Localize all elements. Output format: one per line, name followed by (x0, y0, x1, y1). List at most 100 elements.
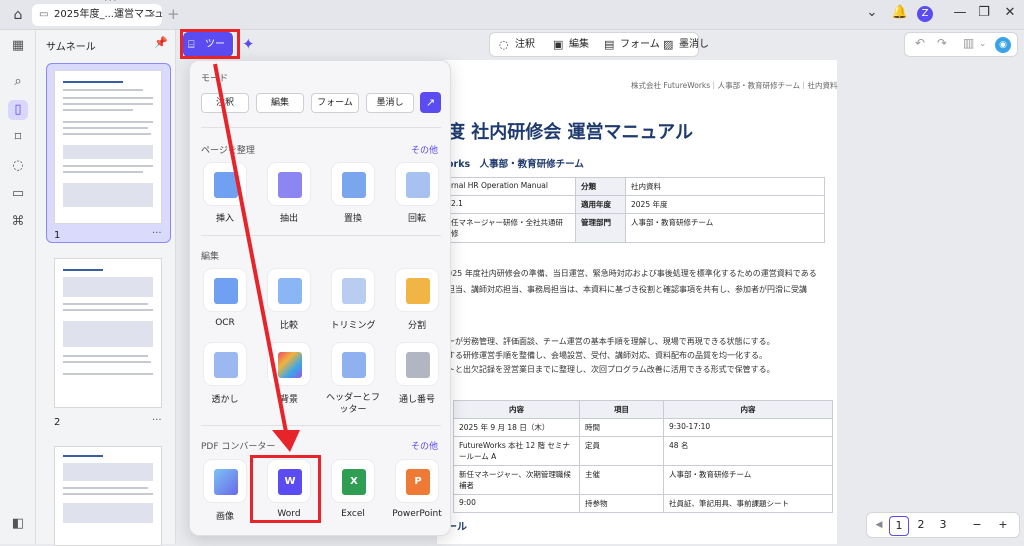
title-bar: ⌂ ··· ▭ 2025年度_...運営マニュアル ✕ + ⌄ 🔔 Z — ❐ … (0, 0, 1024, 30)
tools-popup: モード 注釈 編集 フォーム 墨消し ↗ ページを整理 その他 挿入 抽出 置換… (189, 60, 451, 536)
comment-list-icon[interactable]: ◌ (8, 156, 28, 176)
header-footer-button[interactable] (331, 342, 375, 386)
page-button-1[interactable]: 1 (889, 516, 909, 536)
close-window-button[interactable]: ✕ (1000, 5, 1020, 20)
converter-more-link[interactable]: その他 (411, 439, 438, 452)
save-dropdown-icon[interactable]: ⌄ (979, 39, 987, 49)
redact-icon: ▨ (663, 38, 674, 51)
grid-view-icon[interactable]: ▦ (8, 36, 28, 56)
replace-label: 置換 (343, 214, 362, 224)
zoom-in-button[interactable]: + (993, 516, 1013, 536)
page-thumbnail-2[interactable] (54, 258, 162, 408)
page-more-button-2[interactable]: ··· (152, 415, 162, 426)
watermark-icon (214, 352, 238, 378)
new-tab-button[interactable]: + (167, 5, 180, 23)
mode-form[interactable]: ▤ フォーム (604, 33, 660, 56)
mode-redact[interactable]: ▨ 墨消し (663, 33, 709, 56)
convert-powerpoint-button[interactable]: P (395, 459, 439, 503)
compare-button[interactable] (267, 268, 311, 312)
mode-form-label: フォーム (620, 39, 660, 50)
save-icon[interactable]: ▥ (963, 36, 974, 50)
mode-edit-label: 編集 (569, 39, 589, 50)
mode-switcher: ◌ 注釈 ▣ 編集 ▤ フォーム ▨ 墨消し (489, 32, 709, 57)
split-button[interactable] (395, 268, 439, 312)
attachment-icon[interactable]: ⌘ (8, 212, 28, 232)
page-number-2: 2 (54, 417, 61, 428)
close-tab-icon[interactable]: ✕ (148, 4, 156, 26)
compare-icon (278, 278, 302, 304)
mode-section-title: モード (201, 74, 229, 84)
ai-sparkle-icon[interactable]: ✦ (242, 35, 255, 53)
goal-line-3: トと出欠記録を翌営業日までに整理し、次回プログラム改善に活用できる形式で保管する… (447, 365, 775, 374)
bates-number-button[interactable] (395, 342, 439, 386)
form-fields-icon[interactable]: ▭ (8, 184, 28, 204)
insert-page-button[interactable] (203, 162, 247, 206)
popup-mode-form[interactable]: フォーム (311, 93, 359, 113)
mode-comment[interactable]: ◌ 注釈 (499, 33, 535, 56)
intro-line-1: 025 年度社内研修会の準備、当日運営、緊急時対応および事後処理を標準化するため… (447, 269, 817, 278)
main-toolbar: ⌸ ツール ✦ ◌ 注釈 ▣ 編集 ▤ フォーム ▨ 墨消し ↶ ↷ ▥ ⌄ ◉ (176, 30, 1024, 75)
ocr-button[interactable] (203, 268, 247, 312)
ocr-label: OCR (215, 318, 235, 328)
divider (201, 235, 441, 236)
prev-page-icon[interactable]: ◀ (869, 516, 889, 536)
convert-word-label: Word (277, 509, 301, 519)
background-icon (278, 352, 302, 378)
convert-excel-label: Excel (341, 509, 365, 519)
document-tab-title: 2025年度_...運営マニュアル (54, 9, 162, 20)
zoom-out-button[interactable]: − (967, 516, 987, 536)
undo-icon[interactable]: ↶ (915, 36, 925, 50)
minimize-button[interactable]: — (950, 5, 970, 20)
home-icon[interactable]: ⌂ (8, 6, 28, 24)
background-button[interactable] (267, 342, 311, 386)
page-thumbnail-3[interactable] (54, 446, 162, 546)
page-more-link[interactable]: その他 (411, 143, 438, 156)
crop-button[interactable] (331, 268, 375, 312)
thumbnail-icon[interactable]: ▯ (8, 100, 28, 120)
excel-icon: X (342, 469, 366, 495)
convert-excel-button[interactable]: X (331, 459, 375, 503)
page-more-button-1[interactable]: ··· (152, 228, 162, 239)
split-icon (406, 278, 430, 304)
extract-page-button[interactable] (267, 162, 311, 206)
convert-image-button[interactable] (203, 459, 247, 503)
notification-bell-icon[interactable]: 🔔 (890, 5, 910, 20)
document-tab[interactable]: ▭ 2025年度_...運営マニュアル ✕ (32, 4, 162, 26)
info-table: rnal HR Operation Manual 分類 社内資料 2.1 適用年度 20… (445, 177, 825, 243)
rotate-page-button[interactable] (395, 162, 439, 206)
mode-comment-label: 注釈 (515, 39, 535, 50)
page-button-2[interactable]: 2 (911, 516, 931, 536)
page-button-3[interactable]: 3 (933, 516, 953, 536)
split-label: 分割 (407, 321, 426, 331)
background-label: 背景 (279, 395, 298, 405)
restore-button[interactable]: ❐ (974, 5, 994, 20)
redo-icon[interactable]: ↷ (937, 36, 947, 50)
mode-edit[interactable]: ▣ 編集 (553, 33, 589, 56)
page-thumbnail-1[interactable] (54, 70, 162, 224)
open-external-icon[interactable]: ↗ (420, 92, 441, 113)
comment-icon: ▭ (39, 9, 49, 20)
pin-icon[interactable]: 📌 (154, 36, 168, 49)
watermark-button[interactable] (203, 342, 247, 386)
popup-mode-edit[interactable]: 編集 (256, 93, 304, 113)
replace-page-icon (342, 172, 366, 198)
toolbox-icon: ⌸ (188, 38, 195, 51)
search-icon[interactable]: ⌕ (8, 72, 28, 92)
org-header: 株式会社 FutureWorks｜人事部・教育研修チーム｜社内資料 (631, 81, 838, 90)
ocr-icon (214, 278, 238, 304)
divider (201, 127, 441, 128)
convert-image-label: 画像 (215, 512, 234, 522)
ai-assistant-icon[interactable]: ◉ (995, 37, 1011, 53)
replace-page-button[interactable] (331, 162, 375, 206)
chevron-down-icon[interactable]: ⌄ (862, 5, 882, 20)
avatar[interactable]: Z (917, 6, 933, 22)
extract-page-icon (278, 172, 302, 198)
convert-word-button[interactable]: W (267, 459, 311, 503)
goal-line-2: する研修運営手順を整備し、会場設営、受付、講師対応、資料配布の品質を均一化する。 (447, 351, 767, 360)
popup-mode-comment[interactable]: 注釈 (201, 93, 249, 113)
bookmark-icon[interactable]: ⌑ (8, 128, 28, 148)
popup-mode-redact[interactable]: 墨消し (366, 93, 414, 113)
schedule-table: 内容 項目 内容 2025 年 9 月 18 日（木） 時間 9:30-17:10 Fu… (453, 400, 833, 513)
layers-icon[interactable]: ◧ (8, 514, 28, 534)
tool-button[interactable]: ⌸ ツール (183, 32, 233, 75)
